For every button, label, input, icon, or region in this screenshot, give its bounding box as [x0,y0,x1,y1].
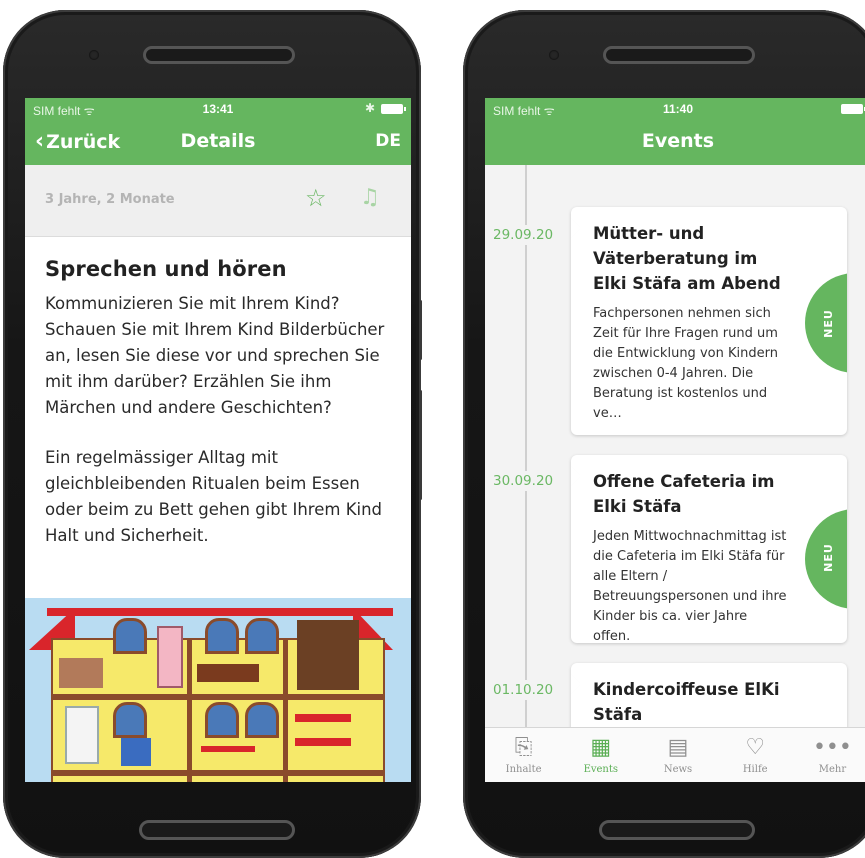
article-paragraph: Kommunizieren Sie mit Ihrem Kind? Schaue… [45,294,385,417]
star-outline-icon[interactable]: ☆ [305,184,327,212]
tab-label: Inhalte [505,764,542,775]
illustration-window [245,702,279,738]
illustration-wardrobe [157,626,183,688]
article-heading: Sprechen und hören [45,257,287,281]
nav-bar: ‹ Zurück Details DE [25,120,411,165]
tab-label: Events [583,764,619,775]
illustration-wall [283,638,288,782]
illustration-bunk-bed [295,738,351,746]
tab-events[interactable]: ▦ Events [562,728,639,782]
home-button[interactable] [599,820,755,840]
tab-label: Hilfe [742,764,768,775]
illustration-wall [187,638,192,782]
phone-details: SIM fehlt ᯤ 13:41 ✱ ‹ Zurück Details DE 3… [3,10,422,858]
more-dots-icon: ••• [812,735,852,760]
tab-label: Mehr [818,764,847,775]
illustration-crib [59,658,103,688]
event-date: 29.09.20 [493,225,554,245]
page-title: Details [180,130,256,152]
age-label: 3 Jahre, 2 Monate [45,192,175,207]
tab-news[interactable]: ▤ News [639,728,716,782]
illustration-floor [51,770,385,776]
timeline-line [525,165,527,727]
illustration-dresser [121,738,151,766]
event-card[interactable]: Offene Cafeteria im Elki Stäfa Jeden Mit… [571,455,847,643]
illustration-window [245,618,279,654]
newspaper-icon: ▤ [667,735,689,760]
illustration-window [113,702,147,738]
handshake-icon: ♡ [745,735,766,760]
event-description: Jeden Mittwochnachmittag ist die Cafeter… [593,529,787,643]
new-badge-label: NEU [822,543,836,572]
bluetooth-icon: ✱ [364,101,375,115]
illustration-window [205,618,239,654]
earpiece-speaker [143,46,295,64]
events-list[interactable]: 29.09.20 Mütter- und Väterberatung im El… [485,165,865,727]
earpiece-speaker [603,46,755,64]
event-card[interactable]: Mütter- und Väterberatung im Elki Stäfa … [571,207,847,435]
tab-bar: ⎘ Inhalte ▦ Events ▤ News ♡ Hilfe ••• Me… [485,727,865,782]
event-date: 01.10.20 [493,680,554,700]
illustration-table [201,746,255,752]
battery-icon [381,104,406,114]
clock: 11:40 [662,102,694,116]
article-meta-bar: 3 Jahre, 2 Monate ☆ ♫ [25,165,411,237]
event-title: Offene Cafeteria im Elki Stäfa [593,472,775,516]
events-screen: SIM fehlt ᯤ 11:40 Events 29.09.20 Mütter… [485,98,865,782]
illustration-roof [47,608,393,616]
event-date: 30.09.20 [493,471,554,491]
illustration-window [113,618,147,654]
documents-icon: ⎘ [514,735,533,760]
illustration-bunk-bed [295,714,351,722]
tab-label: News [663,764,693,775]
battery-icon [841,104,865,114]
page-title: Events [641,130,715,152]
clock: 13:41 [202,102,234,116]
event-title: Mütter- und Väterberatung im Elki Stäfa … [593,224,781,293]
front-camera [89,50,99,60]
event-title: Kindercoiffeuse ElKi Stäfa [593,680,780,724]
music-note-icon[interactable]: ♫ [360,185,380,210]
phone-events: SIM fehlt ᯤ 11:40 Events 29.09.20 Mütter… [463,10,865,858]
event-description: Fachpersonen nehmen sich Zeit für Ihre F… [593,306,778,421]
details-screen: SIM fehlt ᯤ 13:41 ✱ ‹ Zurück Details DE 3… [25,98,411,782]
volume-button [419,390,422,500]
home-button[interactable] [139,820,295,840]
illustration-bed [197,664,259,682]
illustration-shower [65,706,99,764]
language-button[interactable]: DE [375,131,401,151]
front-camera [549,50,559,60]
illustration-floor [51,694,385,700]
calendar-icon: ▦ [590,735,612,760]
illustration-window [205,702,239,738]
house-illustration [25,598,411,782]
tab-inhalte[interactable]: ⎘ Inhalte [485,728,562,782]
tab-mehr[interactable]: ••• Mehr [794,728,865,782]
nav-bar: Events [485,120,865,165]
status-bar: SIM fehlt ᯤ 11:40 [485,98,865,120]
article-body: Sprechen und hören Kommunizieren Sie mit… [25,237,411,549]
status-bar: SIM fehlt ᯤ 13:41 ✱ [25,98,411,120]
article-paragraph: Ein regelmässiger Alltag mit gleichbleib… [45,448,383,545]
power-button [419,300,422,360]
event-card[interactable]: Kindercoiffeuse ElKi Stäfa [571,663,847,727]
illustration-cupboard [297,620,359,690]
new-badge-label: NEU [822,309,836,338]
tab-hilfe[interactable]: ♡ Hilfe [717,728,794,782]
